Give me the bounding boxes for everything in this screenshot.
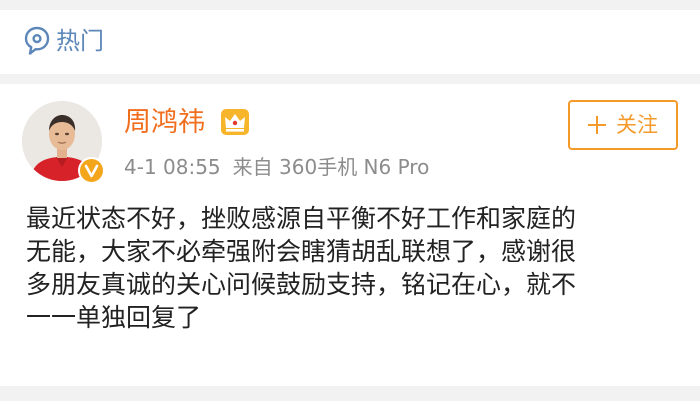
post-text-line: 多朋友真诚的关心问候鼓励支持，铭记在心，就不 <box>26 270 577 299</box>
post-card: 周鸿祎 4-1 08:55 来自 360手机 N6 Pro 关注 最近状态不好，挫… <box>0 84 700 386</box>
post-text-line: 最近状态不好，挫败感源自平衡不好工作和家庭的 <box>26 204 577 233</box>
follow-button-label: 关注 <box>616 113 658 137</box>
author-name[interactable]: 周鸿祎 <box>124 106 205 140</box>
bottom-spacer <box>0 386 700 401</box>
crown-icon[interactable] <box>220 108 250 136</box>
section-divider <box>0 74 700 84</box>
post-text-line: 一一单独回复了 <box>26 303 202 332</box>
hot-section-header[interactable]: 热门 <box>0 10 700 74</box>
verified-v-badge-icon <box>78 157 105 184</box>
follow-button[interactable]: 关注 <box>568 100 678 150</box>
post-text-line: 无能，大家不必牵强附会瞎猜胡乱联想了，感谢很 <box>26 237 577 266</box>
top-spacer <box>0 0 700 10</box>
author-avatar-container[interactable] <box>22 101 105 184</box>
hot-topic-speech-icon <box>24 26 50 55</box>
post-date: 4-1 08:55 <box>124 155 221 179</box>
post-source: 来自 360手机 N6 Pro <box>232 155 430 179</box>
post-meta: 4-1 08:55 来自 360手机 N6 Pro <box>124 154 429 180</box>
hot-section-label: 热门 <box>56 27 104 55</box>
plus-icon <box>588 116 606 134</box>
post-body: 最近状态不好，挫败感源自平衡不好工作和家庭的 无能，大家不必牵强附会瞎猜胡乱联想… <box>26 202 676 334</box>
